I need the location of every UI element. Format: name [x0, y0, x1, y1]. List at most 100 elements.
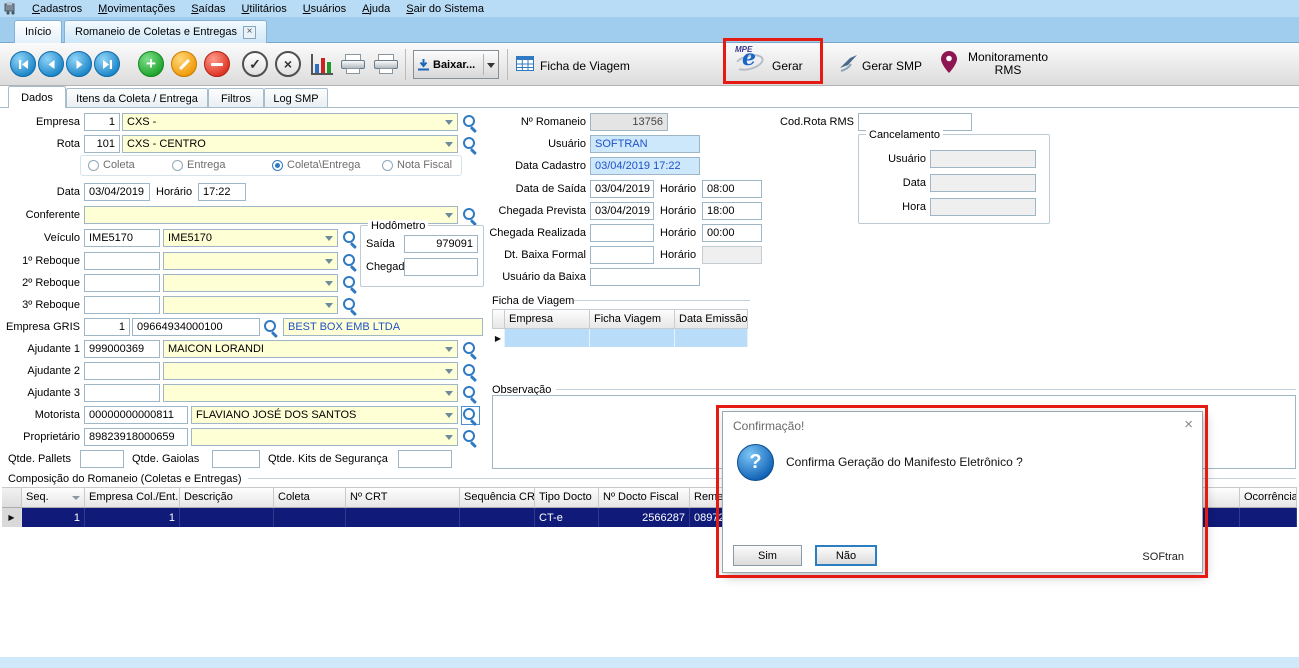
ajudante3-name-combo[interactable]: [163, 384, 458, 402]
rota-code-field[interactable]: 101: [84, 135, 120, 153]
nav-last-button[interactable]: [94, 51, 120, 77]
filter-icon[interactable]: [72, 496, 80, 500]
ajudante1-code-field[interactable]: 999000369: [84, 340, 160, 358]
monitoramento-label[interactable]: Monitoramento RMS: [960, 51, 1056, 77]
veiculo-search-icon[interactable]: [342, 230, 359, 247]
ajudante3-search-icon[interactable]: [462, 385, 479, 402]
col-coleta[interactable]: Coleta: [274, 487, 346, 508]
ajudante3-code-field[interactable]: [84, 384, 160, 402]
radio-entrega[interactable]: Entrega: [172, 159, 226, 171]
gerar-smp-button[interactable]: [838, 54, 858, 76]
ajudante1-name-combo[interactable]: MAICON LORANDI: [163, 340, 458, 358]
empresa-code-field[interactable]: 1: [84, 113, 120, 131]
gerar-label[interactable]: Gerar: [772, 59, 803, 73]
add-button[interactable]: [138, 51, 164, 77]
empresa-gris-search-icon[interactable]: [263, 319, 280, 336]
motorista-code-field[interactable]: 00000000000811: [84, 406, 188, 424]
menu-usuarios[interactable]: Usuários: [295, 2, 354, 16]
reboque1-search-icon[interactable]: [342, 253, 359, 270]
nao-button[interactable]: Não: [815, 545, 877, 566]
app-icon[interactable]: [4, 1, 20, 16]
tab-close-icon[interactable]: [243, 25, 257, 39]
dt-baixa-field[interactable]: [590, 246, 654, 264]
reboque3-search-icon[interactable]: [342, 297, 359, 314]
radio-nota-fiscal[interactable]: Nota Fiscal: [382, 159, 452, 171]
col-tipo-docto[interactable]: Tipo Docto: [535, 487, 599, 508]
data-saida-horario-field[interactable]: 08:00: [702, 180, 762, 198]
nav-prev-button[interactable]: [38, 51, 64, 77]
menu-utilitarios[interactable]: Utilitários: [233, 2, 294, 16]
empresa-gris-name-field[interactable]: BEST BOX EMB LTDA: [283, 318, 483, 336]
ajudante2-name-combo[interactable]: [163, 362, 458, 380]
menu-ajuda[interactable]: Ajuda: [354, 2, 398, 16]
nav-next-button[interactable]: [66, 51, 92, 77]
ficha-viagem-label[interactable]: Ficha de Viagem: [540, 59, 630, 73]
delete-button[interactable]: [204, 51, 230, 77]
radio-coleta[interactable]: Coleta: [88, 159, 135, 171]
nav-first-button[interactable]: [10, 51, 36, 77]
qtde-pallets-field[interactable]: [80, 450, 124, 468]
ficha-viagem-button[interactable]: [516, 56, 534, 74]
col-seq-crt[interactable]: Sequência CRT: [460, 487, 535, 508]
ficha-col-empresa[interactable]: Empresa: [505, 309, 590, 329]
proprietario-search-icon[interactable]: [462, 429, 479, 446]
col-n-docto[interactable]: Nº Docto Fiscal: [599, 487, 690, 508]
reboque3-name-combo[interactable]: [163, 296, 338, 314]
tab-filtros[interactable]: Filtros: [208, 88, 264, 108]
data-field[interactable]: 03/04/2019: [84, 183, 150, 201]
empresa-name-combo[interactable]: CXS -: [122, 113, 458, 131]
empresa-gris-code-field[interactable]: 1: [84, 318, 130, 336]
ajudante2-code-field[interactable]: [84, 362, 160, 380]
tab-romaneio[interactable]: Romaneio de Coletas e Entregas: [64, 20, 268, 43]
col-seq[interactable]: Seq.: [22, 487, 85, 508]
chegada-prevista-horario-field[interactable]: 18:00: [702, 202, 762, 220]
reboque1-name-combo[interactable]: [163, 252, 338, 270]
menu-cadastros[interactable]: Cadastros: [24, 2, 90, 16]
ajudante2-search-icon[interactable]: [462, 363, 479, 380]
col-ocorrencia[interactable]: Ocorrência: [1240, 487, 1297, 508]
confirm-button[interactable]: [242, 51, 268, 77]
tab-log-smp[interactable]: Log SMP: [264, 88, 328, 108]
col-empresa[interactable]: Empresa Col./Ent.: [85, 487, 180, 508]
chegada-prevista-field[interactable]: 03/04/2019: [590, 202, 654, 220]
col-crt[interactable]: Nº CRT: [346, 487, 460, 508]
menu-movimentacoes[interactable]: Movimentações: [90, 2, 183, 16]
cancel-button[interactable]: [275, 51, 301, 77]
chegada-realizada-field[interactable]: [590, 224, 654, 242]
ajudante1-search-icon[interactable]: [462, 341, 479, 358]
chegada-realizada-horario-field[interactable]: 00:00: [702, 224, 762, 242]
veiculo-name-combo[interactable]: IME5170: [163, 229, 338, 247]
ficha-viagem-row[interactable]: [492, 329, 748, 347]
sim-button[interactable]: Sim: [733, 545, 802, 566]
print-button[interactable]: [341, 54, 365, 75]
gerar-button[interactable]: [732, 46, 767, 76]
reboque2-name-combo[interactable]: [163, 274, 338, 292]
reboque2-search-icon[interactable]: [342, 275, 359, 292]
qtde-gaiolas-field[interactable]: [212, 450, 260, 468]
gerar-smp-label[interactable]: Gerar SMP: [862, 59, 922, 73]
tab-itens[interactable]: Itens da Coleta / Entrega: [66, 88, 208, 108]
motorista-name-combo[interactable]: FLAVIANO JOSÉ DOS SANTOS: [191, 406, 458, 424]
motorista-search-icon[interactable]: [461, 406, 480, 425]
proprietario-name-combo[interactable]: [191, 428, 458, 446]
tab-inicio[interactable]: Início: [14, 20, 63, 43]
baixar-button[interactable]: Baixar...: [413, 50, 499, 79]
veiculo-code-field[interactable]: IME5170: [84, 229, 160, 247]
close-icon[interactable]: [1184, 416, 1193, 433]
ficha-col-data-emissao[interactable]: Data Emissão: [675, 309, 748, 329]
reboque2-code-field[interactable]: [84, 274, 160, 292]
tab-dados[interactable]: Dados: [8, 86, 66, 108]
data-horario-field[interactable]: 17:22: [198, 183, 246, 201]
radio-coleta-entrega[interactable]: Coleta\Entrega: [272, 159, 360, 171]
chart-button[interactable]: [311, 54, 333, 75]
reboque1-code-field[interactable]: [84, 252, 160, 270]
edit-button[interactable]: [171, 51, 197, 77]
rota-name-combo[interactable]: CXS - CENTRO: [122, 135, 458, 153]
ficha-col-ficha[interactable]: Ficha Viagem: [590, 309, 675, 329]
menu-saidas[interactable]: Saídas: [183, 2, 233, 16]
data-saida-field[interactable]: 03/04/2019: [590, 180, 654, 198]
qtde-kits-field[interactable]: [398, 450, 452, 468]
print-preview-button[interactable]: [374, 54, 398, 75]
col-descricao[interactable]: Descrição: [180, 487, 274, 508]
reboque3-code-field[interactable]: [84, 296, 160, 314]
